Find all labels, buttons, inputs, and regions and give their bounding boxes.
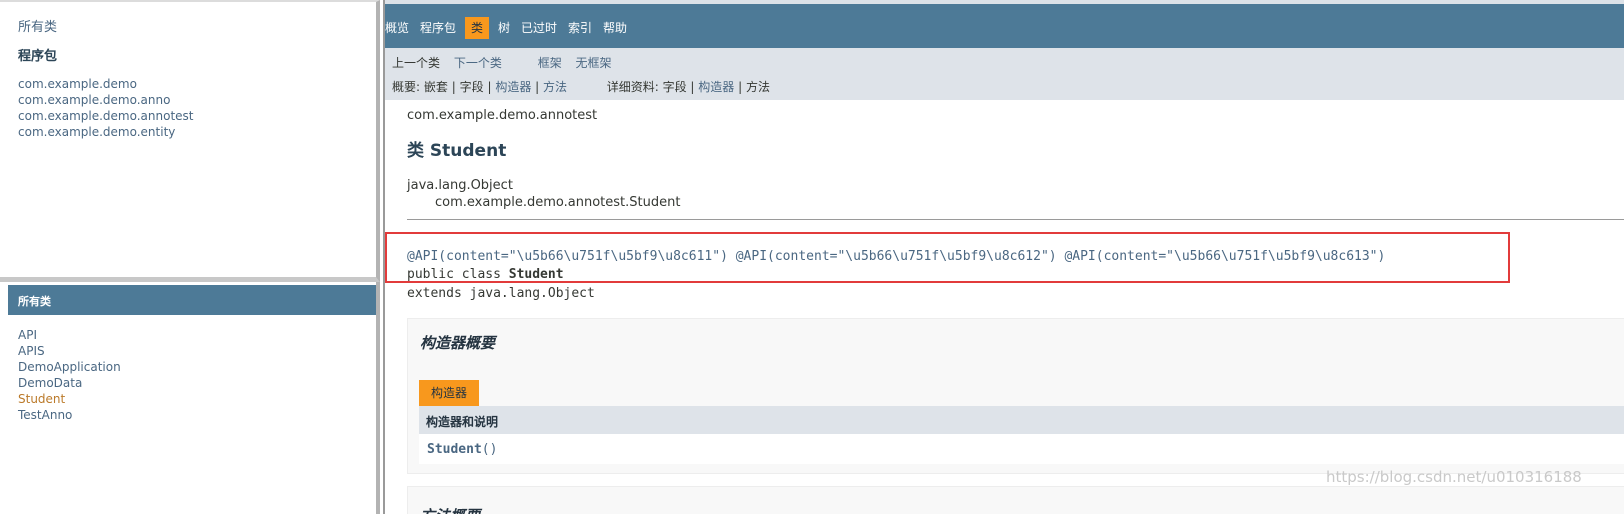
method-summary: 方法概要 (407, 486, 1624, 514)
nav-index[interactable]: 索引 (568, 17, 592, 39)
package-link[interactable]: com.example.demo.anno (18, 92, 194, 108)
constructor-params: () (481, 442, 498, 457)
detail-field: 字段 (662, 80, 687, 94)
package-list-frame: 所有类 程序包 com.example.demo com.example.dem… (0, 0, 380, 282)
inheritance-child: com.example.demo.annotest.Student (435, 195, 681, 210)
class-link-current[interactable]: Student (18, 391, 121, 407)
constructor-column-header: 构造器和说明 (426, 415, 499, 429)
constructor-summary-heading: 构造器概要 (420, 334, 496, 352)
prev-class-label: 上一个类 (392, 56, 441, 70)
package-name: com.example.demo.annotest (407, 108, 598, 123)
class-list-frame: 所有类 API APIS DemoApplication DemoData St… (0, 282, 380, 514)
constructor-summary: 构造器概要 构造器 构造器和说明 Student() (407, 318, 1624, 474)
package-link[interactable]: com.example.demo (18, 76, 194, 92)
divider (407, 219, 1624, 220)
detail-constructor-link[interactable]: 构造器 (698, 80, 734, 94)
nav-overview[interactable]: 概览 (385, 17, 409, 39)
all-classes-link[interactable]: 所有类 (18, 16, 57, 35)
nav-help[interactable]: 帮助 (603, 17, 627, 39)
annotation-highlight-box (385, 232, 1510, 283)
constructor-table-header: 构造器和说明 (419, 406, 1624, 434)
sub-nav-row-navigation: 上一个类 下一个类 框架 无框架 (392, 54, 612, 71)
nav-deprecated[interactable]: 已过时 (521, 17, 557, 39)
class-list-title: 所有类 (18, 295, 51, 308)
no-frames-link[interactable]: 无框架 (576, 56, 612, 70)
package-link[interactable]: com.example.demo.entity (18, 124, 194, 140)
summary-method-link[interactable]: 方法 (543, 80, 567, 94)
next-class-link[interactable]: 下一个类 (454, 56, 502, 70)
class-link[interactable]: DemoApplication (18, 359, 121, 375)
method-summary-heading: 方法概要 (420, 505, 480, 514)
class-doc-frame: 概览 程序包 类 树 已过时 索引 帮助 上一个类 下一个类 框架 无框架 概要… (383, 0, 1624, 514)
class-list: API APIS DemoApplication DemoData Studen… (18, 327, 121, 423)
summary-label: 概要: (392, 80, 421, 94)
detail-label: 详细资料: (606, 80, 659, 94)
class-link[interactable]: TestAnno (18, 407, 121, 423)
extends-clause: extends java.lang.Object (407, 286, 595, 301)
packages-title: 程序包 (18, 49, 58, 64)
table-row: Student() (419, 434, 1624, 464)
detail-method: 方法 (746, 80, 771, 94)
separator: | (535, 80, 540, 94)
summary-field: 字段 (459, 80, 484, 94)
separator: | (690, 80, 695, 94)
class-link[interactable]: API (18, 327, 121, 343)
nav-tree[interactable]: 树 (498, 17, 510, 39)
class-link[interactable]: APIS (18, 343, 121, 359)
separator: | (451, 80, 456, 94)
top-nav-bar: 概览 程序包 类 树 已过时 索引 帮助 (385, 0, 1624, 48)
constructor-link[interactable]: Student() (427, 442, 497, 457)
constructor-tab[interactable]: 构造器 (419, 380, 480, 406)
sub-nav-row-summary: 概要: 嵌套 | 字段 | 构造器 | 方法 详细资料: 字段 | 构造器 | … (392, 78, 770, 95)
nav-class-active[interactable]: 类 (465, 17, 490, 39)
nav-package[interactable]: 程序包 (420, 17, 456, 39)
class-list-header: 所有类 (8, 285, 376, 315)
summary-constructor-link[interactable]: 构造器 (495, 80, 531, 94)
class-link[interactable]: DemoData (18, 375, 121, 391)
watermark: https://blog.csdn.net/u010316188 (1326, 468, 1582, 486)
constructor-name[interactable]: Student (427, 442, 482, 457)
package-link[interactable]: com.example.demo.annotest (18, 108, 194, 124)
separator: | (487, 80, 492, 94)
class-title: 类 Student (407, 141, 507, 161)
separator: | (738, 80, 743, 94)
package-list: com.example.demo com.example.demo.anno c… (18, 76, 194, 140)
frames-link[interactable]: 框架 (538, 56, 562, 70)
inheritance-parent: java.lang.Object (407, 178, 513, 193)
summary-nested: 嵌套 (423, 80, 448, 94)
sub-nav-bar: 上一个类 下一个类 框架 无框架 概要: 嵌套 | 字段 | 构造器 | 方法 … (385, 48, 1624, 100)
